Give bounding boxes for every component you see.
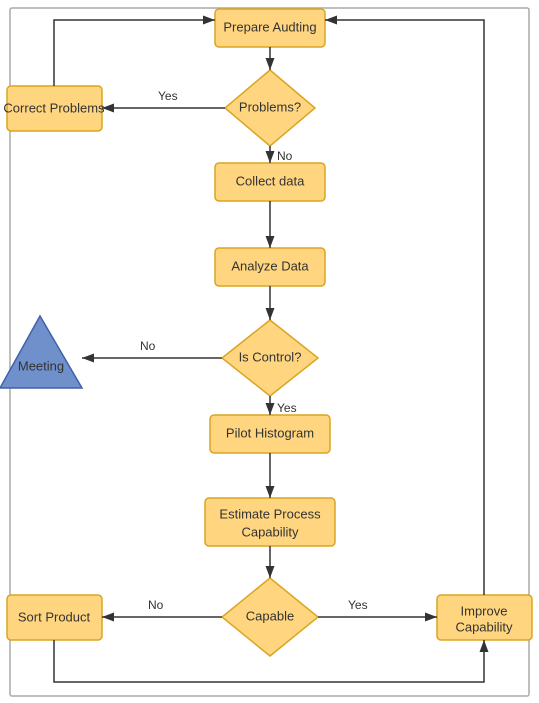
flowchart-svg: Prepare Audting Problems? Correct Proble… — [0, 0, 539, 703]
diagram-container: Prepare Audting Problems? Correct Proble… — [0, 0, 539, 703]
capable-label: Capable — [246, 608, 294, 623]
yes2-label: Yes — [277, 401, 297, 415]
improve-capability-label1: Improve — [461, 603, 508, 618]
improve-capability-label2: Capability — [455, 619, 513, 634]
problems-label: Problems? — [239, 99, 301, 114]
no3-label: No — [148, 598, 164, 612]
analyze-data-label: Analyze Data — [231, 258, 309, 273]
correct-problems-label: Correct Problems — [3, 100, 105, 115]
estimate-process-label: Estimate Process — [219, 506, 321, 521]
no2-label: No — [140, 339, 156, 353]
prepare-auditing-label: Prepare Audting — [223, 19, 316, 34]
meeting-node — [0, 316, 82, 388]
is-control-label: Is Control? — [239, 349, 302, 364]
meeting-label: Meeting — [18, 358, 64, 373]
collect-data-label: Collect data — [236, 173, 305, 188]
yes1-label: Yes — [158, 89, 178, 103]
sort-product-label: Sort Product — [18, 609, 91, 624]
estimate-capability-label: Capability — [241, 524, 299, 539]
yes3-label: Yes — [348, 598, 368, 612]
pilot-histogram-label: Pilot Histogram — [226, 425, 314, 440]
no1-label: No — [277, 149, 293, 163]
